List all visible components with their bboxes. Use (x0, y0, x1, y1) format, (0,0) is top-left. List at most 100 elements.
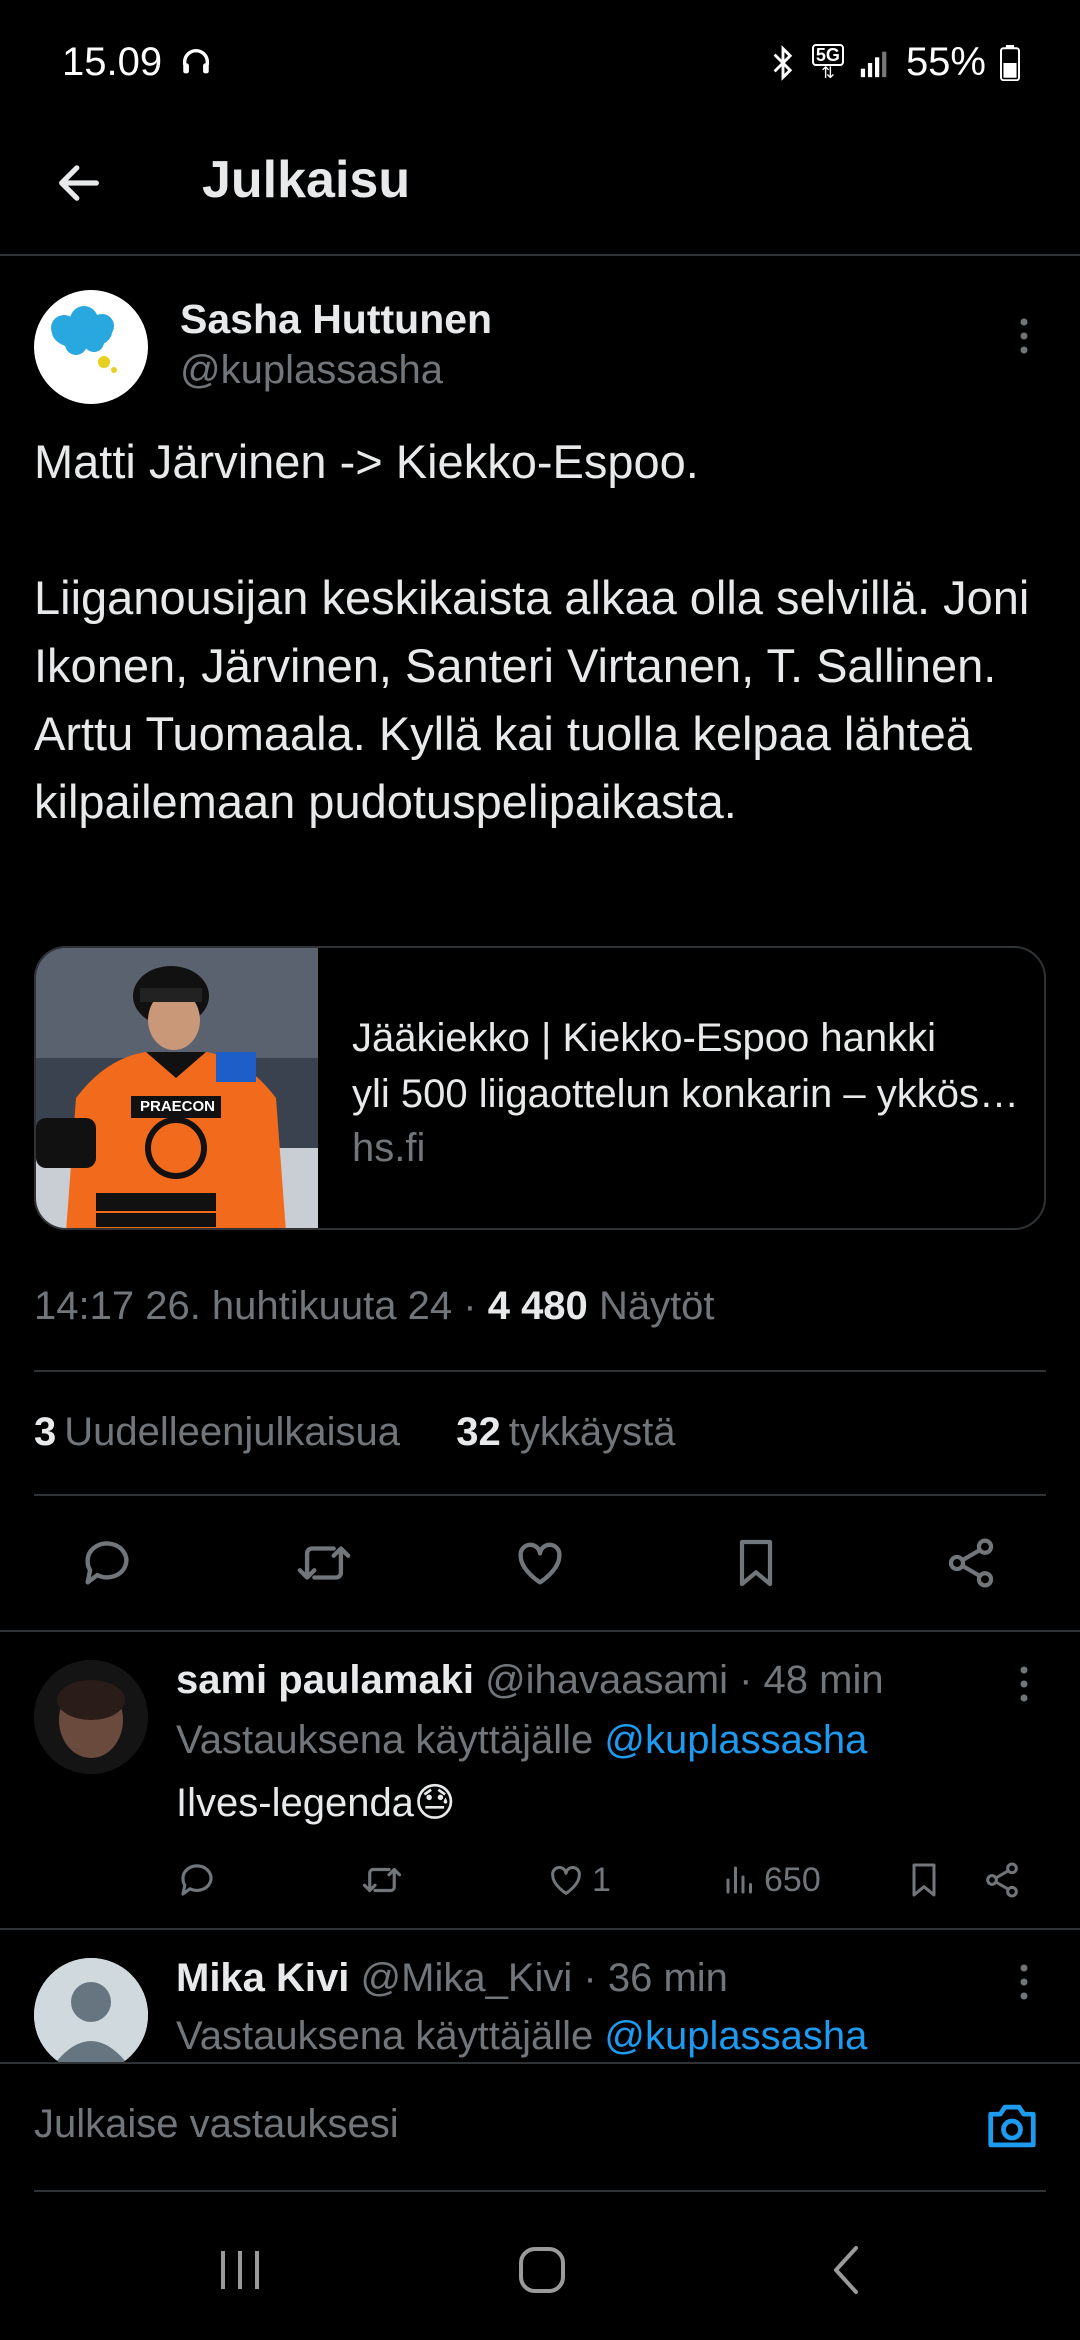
home-button[interactable] (502, 2230, 582, 2310)
reply-to-line: Vastauksena käyttäjälle @kuplassasha (176, 2014, 867, 2059)
repost-button[interactable] (289, 1528, 359, 1598)
reply-avatar[interactable] (34, 1958, 148, 2072)
reply-time: · 48 min (739, 1658, 884, 1702)
reply-views-button[interactable]: 650 (722, 1852, 821, 1908)
status-time: 15.09 (62, 40, 213, 85)
tweet-timestamp[interactable]: 14:17 26. huhtikuuta 24 (34, 1284, 452, 1328)
tweet-text: Matti Järvinen -> Kiekko-Espoo. Liiganou… (34, 435, 1030, 828)
reply-like-button[interactable]: 1 (546, 1852, 611, 1908)
reply-to-label: Vastauksena käyttäjälle (176, 2014, 594, 2058)
share-button[interactable] (936, 1528, 1006, 1598)
reply-more-button[interactable] (1004, 1654, 1044, 1714)
more-vertical-icon (1020, 318, 1028, 354)
tweet-more-button[interactable] (1004, 306, 1044, 366)
divider (0, 1630, 1080, 1632)
tweet-stats: 3 Uudelleenjulkaisua 32 tykkäystä (34, 1410, 676, 1455)
bluetooth-icon (773, 44, 793, 81)
reply-icon (181, 1864, 213, 1896)
card-thumbnail: PRAECON (36, 948, 318, 1228)
views-count: 4 480 (487, 1284, 588, 1328)
heart-icon (551, 1866, 581, 1895)
reposts-stat[interactable]: 3 Uudelleenjulkaisua (34, 1410, 400, 1454)
reply-author-handle[interactable]: @Mika_Kivi (361, 1956, 573, 2000)
meta-separator: · (463, 1284, 477, 1328)
bookmark-icon (912, 1863, 936, 1897)
repost-icon (297, 1546, 351, 1580)
bookmark-icon (739, 1539, 773, 1587)
network-type-icon: 5G ⇅ (811, 43, 844, 82)
reply-share-button[interactable] (982, 1852, 1022, 1908)
hockey-player-image (36, 948, 318, 1228)
analytics-icon (726, 1866, 752, 1894)
divider (34, 1370, 1046, 1372)
reply-author-handle[interactable]: @ihavaasami (485, 1658, 728, 1702)
system-back-button[interactable] (806, 2230, 886, 2310)
reply-input[interactable]: Julkaise vastauksesi (34, 2102, 399, 2147)
signal-icon (860, 51, 887, 77)
share-icon (986, 1862, 1018, 1898)
reply-composer: Julkaise vastauksesi (0, 2062, 1080, 2192)
reply-bookmark-button[interactable] (904, 1852, 944, 1908)
views-label: Näytöt (598, 1284, 715, 1328)
card-title: Jääkiekko | Kiekko-Espoo hankki yli 500 … (352, 1010, 1032, 1122)
status-time-text: 15.09 (62, 40, 163, 84)
chevron-left-icon (834, 2246, 858, 2294)
likes-label: tykkäystä (508, 1410, 676, 1454)
reply-text: Ilves-legenda😓 (176, 1781, 456, 1825)
battery-icon (1000, 44, 1020, 81)
back-button[interactable] (44, 148, 114, 218)
like-button[interactable] (505, 1528, 575, 1598)
reply-like-count: 1 (592, 1860, 611, 1899)
headphones-icon (183, 49, 210, 74)
home-icon (519, 2247, 565, 2293)
cloud-avatar-image (51, 306, 117, 373)
camera-icon (988, 2104, 1036, 2148)
reply-header: sami paulamaki @ihavaasami · 48 min (176, 1658, 884, 1703)
author-handle[interactable]: @kuplassasha (180, 348, 443, 393)
author-avatar[interactable] (34, 290, 148, 404)
reply-to-line: Vastauksena käyttäjälle @kuplassasha (176, 1718, 867, 1763)
repost-icon (362, 1867, 402, 1893)
status-icons: 5G ⇅ 55% (768, 40, 1020, 85)
divider (0, 1928, 1080, 1930)
likes-count: 32 (456, 1410, 501, 1454)
battery-percent: 55% (905, 40, 986, 84)
reply-action-bar: 1 650 (0, 1852, 1080, 1908)
share-icon (948, 1538, 994, 1588)
author-name[interactable]: Sasha Huttunen (180, 296, 492, 343)
reposts-label: Uudelleenjulkaisua (64, 1410, 401, 1454)
card-domain: hs.fi (352, 1126, 426, 1170)
reply-author-name[interactable]: sami paulamaki (176, 1658, 474, 1702)
reply-avatar[interactable] (34, 1660, 148, 1774)
reply-time: · 36 min (583, 1956, 728, 2000)
reply-more-button[interactable] (1004, 1952, 1044, 2012)
card-title-line-2: yli 500 liigaottelun konkarin – ykkösket… (352, 1072, 1032, 1116)
camera-button[interactable] (980, 2094, 1044, 2158)
recent-apps-button[interactable] (200, 2230, 280, 2310)
reply-to-label: Vastauksena käyttäjälle (176, 1718, 594, 1762)
recent-apps-icon (221, 2251, 259, 2289)
status-bar: 15.09 5G ⇅ 55% (0, 0, 1080, 120)
card-title-line-1: Jääkiekko | Kiekko-Espoo hankki (352, 1016, 937, 1060)
reply-to-mention[interactable]: @kuplassasha (604, 1718, 867, 1762)
page-title: Julkaisu (202, 151, 411, 209)
system-navigation-bar (0, 2200, 1080, 2340)
more-vertical-icon (1020, 1666, 1028, 1702)
divider (34, 1494, 1046, 1496)
reply-reply-button[interactable] (176, 1852, 218, 1908)
default-profile-icon (34, 1958, 148, 2072)
reply-header: Mika Kivi @Mika_Kivi · 36 min (176, 1956, 728, 2001)
reply-to-mention[interactable]: @kuplassasha (604, 2014, 867, 2058)
more-vertical-icon (1020, 1964, 1028, 2000)
person-photo-avatar (34, 1660, 148, 1774)
reposts-count: 3 (34, 1410, 57, 1454)
network-type-text: 5G (811, 43, 844, 66)
reply-author-name[interactable]: Mika Kivi (176, 1956, 349, 2000)
arrow-left-icon (59, 165, 99, 201)
bookmark-button[interactable] (721, 1528, 791, 1598)
reply-view-count: 650 (764, 1860, 821, 1899)
likes-stat[interactable]: 32 tykkäystä (456, 1410, 675, 1454)
reply-repost-button[interactable] (360, 1852, 404, 1908)
reply-button[interactable] (72, 1528, 142, 1598)
link-preview-card[interactable]: PRAECON Jääkiekko | Kiekko-Espoo hankki … (34, 946, 1046, 1230)
